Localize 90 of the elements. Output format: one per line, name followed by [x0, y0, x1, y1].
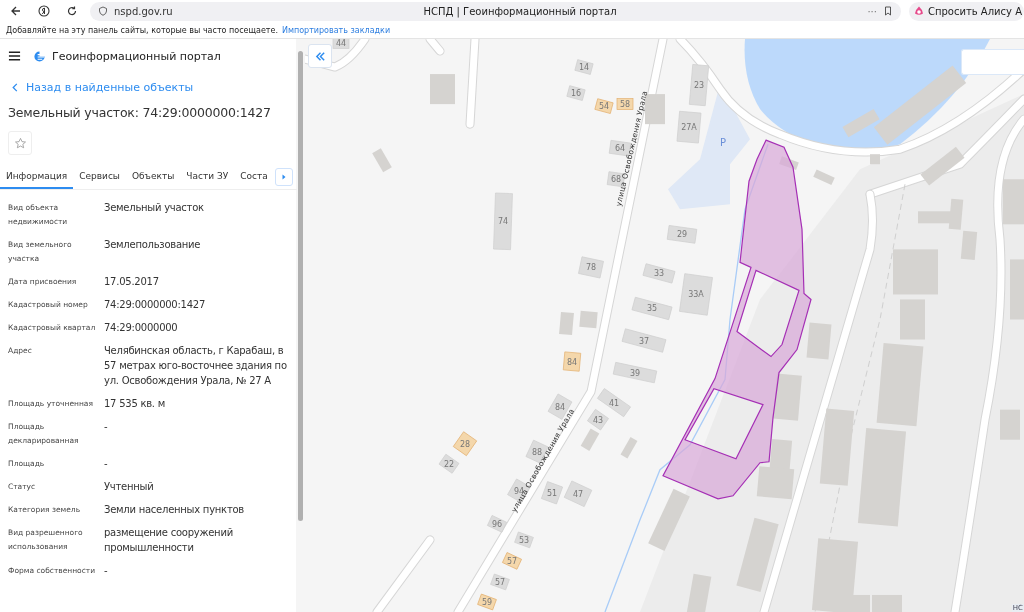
address-bar[interactable]: nspd.gov.ru НСПД | Геоинформационный портал ··· [90, 1, 901, 21]
house-number: 28 [459, 439, 471, 449]
parking-label: P [720, 137, 726, 149]
tab[interactable]: Сервисы [73, 164, 126, 189]
tab[interactable]: Соста [234, 164, 274, 189]
field-value: - [104, 457, 109, 471]
field-value: 74:29:0000000 [104, 321, 179, 335]
building [559, 311, 574, 336]
back-arrow-icon[interactable] [10, 5, 22, 17]
star-icon [13, 136, 27, 150]
tab[interactable]: Части ЗУ [180, 164, 235, 189]
field-value: 17.05.2017 [104, 275, 160, 289]
field-value: 17 535 кв. м [104, 397, 166, 411]
house-number: 96 [491, 519, 503, 529]
house-number: 58 [619, 100, 631, 110]
back-link[interactable]: Назад в найденные объекты [12, 79, 296, 95]
house-number: 78 [585, 263, 597, 273]
building [960, 230, 978, 260]
building [1010, 259, 1024, 320]
house-number: 51 [546, 488, 558, 498]
reload-icon[interactable] [66, 5, 78, 17]
house-number: 43 [592, 415, 604, 425]
app-title: Геоинформационный портал [52, 49, 221, 63]
building [579, 310, 598, 329]
building [773, 373, 802, 421]
building [893, 249, 938, 295]
building [870, 154, 880, 165]
house-number: 57 [506, 556, 518, 566]
building [806, 322, 832, 360]
building [900, 299, 925, 340]
house-number: 47 [572, 489, 584, 499]
chevron-left-icon [12, 82, 18, 92]
assistant-button[interactable]: Спросить Алису А [908, 1, 1024, 21]
favorite-button[interactable] [8, 131, 32, 155]
url-text: nspd.gov.ru [114, 5, 173, 17]
shield-icon [98, 6, 108, 16]
house-number: 44 [335, 39, 347, 48]
house-number: 39 [629, 368, 641, 378]
house-number: 54 [598, 102, 610, 112]
house-number: 57 [494, 577, 506, 587]
building [645, 94, 665, 125]
house-number: 53 [518, 535, 530, 545]
house-number: 68 [610, 175, 622, 185]
house-number: 59 [481, 598, 493, 607]
house-number: 14 [578, 63, 590, 73]
house-number: 41 [608, 398, 620, 408]
building [1003, 179, 1024, 225]
house-number: 84 [566, 357, 578, 367]
field-value: Землепользование [104, 238, 202, 252]
house-number: 16 [570, 89, 582, 99]
scrollbar[interactable] [296, 39, 305, 612]
scroll-tabs-button[interactable] [275, 168, 293, 186]
more-button[interactable]: ··· [867, 5, 877, 17]
field-value: Челябинская область, г Карабаш, в 57 метрах юго-восточнее здания по ул. Освобождения Урала, № 27 А [104, 344, 288, 388]
house-number: 84 [554, 402, 566, 412]
field-value: Земли населенных пунктов [104, 503, 245, 517]
field-value: 74:29:0000000:1427 [104, 298, 207, 312]
bookmarks-hint: Добавляйте на эту панель сайты, которые вы часто посещаете. [6, 25, 278, 35]
field-value: размещение сооружений промышленности [104, 526, 234, 555]
house-number: 33 [653, 269, 665, 279]
collapse-panel-button[interactable] [308, 44, 332, 68]
map-panel [961, 49, 1024, 75]
building [1000, 409, 1020, 440]
menu-icon[interactable] [8, 51, 21, 61]
house-number: 33А [688, 290, 704, 300]
house-number: 35 [646, 304, 658, 314]
land-parcel[interactable] [662, 139, 812, 500]
bookmark-icon[interactable] [882, 6, 893, 16]
tab[interactable]: Объекты [126, 164, 181, 189]
import-bookmarks-link[interactable]: Импортировать закладки [281, 25, 391, 35]
field-value: - [104, 420, 109, 434]
double-chevron-left-icon [314, 50, 326, 62]
object-title: Земельный участок: 74:29:0000000:1427 [8, 104, 271, 122]
field-value: - [104, 564, 109, 578]
field-value: Учтенный [104, 480, 155, 494]
house-number: 74 [497, 217, 509, 227]
scrollbar-thumb[interactable] [298, 51, 303, 521]
page-title: НСПД | Геоинформационный портал [422, 5, 618, 17]
house-number: 23 [693, 81, 705, 91]
house-number: 37 [638, 336, 650, 346]
logo-icon [33, 49, 46, 63]
field-value: Земельный участок [104, 201, 205, 215]
building [430, 74, 455, 105]
caret-right-icon [281, 173, 287, 181]
house-number: 27А [681, 123, 697, 133]
assistant-icon [912, 5, 925, 17]
tab[interactable]: Информация [0, 164, 74, 189]
house-number: 29 [676, 230, 688, 240]
house-number: 22 [443, 459, 455, 469]
browser-logo-icon[interactable] [38, 5, 50, 17]
